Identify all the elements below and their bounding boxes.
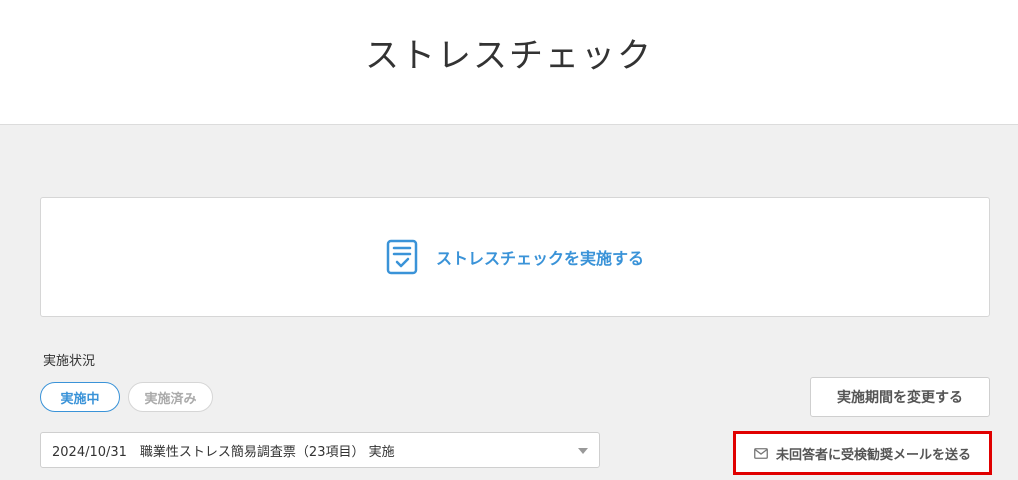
clipboard-check-icon: [386, 239, 418, 275]
start-stress-check-card[interactable]: ストレスチェックを実施する: [40, 197, 990, 317]
tab-in-progress[interactable]: 実施中: [40, 382, 120, 412]
highlight-box: [733, 431, 992, 475]
survey-select[interactable]: 2024/10/31 職業性ストレス簡易調査票（23項目） 実施: [40, 432, 600, 468]
tab-completed[interactable]: 実施済み: [128, 382, 213, 412]
status-section-label: 実施状況: [43, 354, 96, 369]
page-header: ストレスチェック: [0, 0, 1018, 125]
page-title: ストレスチェック: [365, 35, 653, 76]
start-stress-check-label: ストレスチェックを実施する: [435, 249, 644, 268]
chevron-down-icon: [578, 448, 588, 454]
survey-select-value: 2024/10/31 職業性ストレス簡易調査票（23項目） 実施: [52, 444, 395, 460]
change-period-button[interactable]: 実施期間を変更する: [810, 377, 990, 417]
